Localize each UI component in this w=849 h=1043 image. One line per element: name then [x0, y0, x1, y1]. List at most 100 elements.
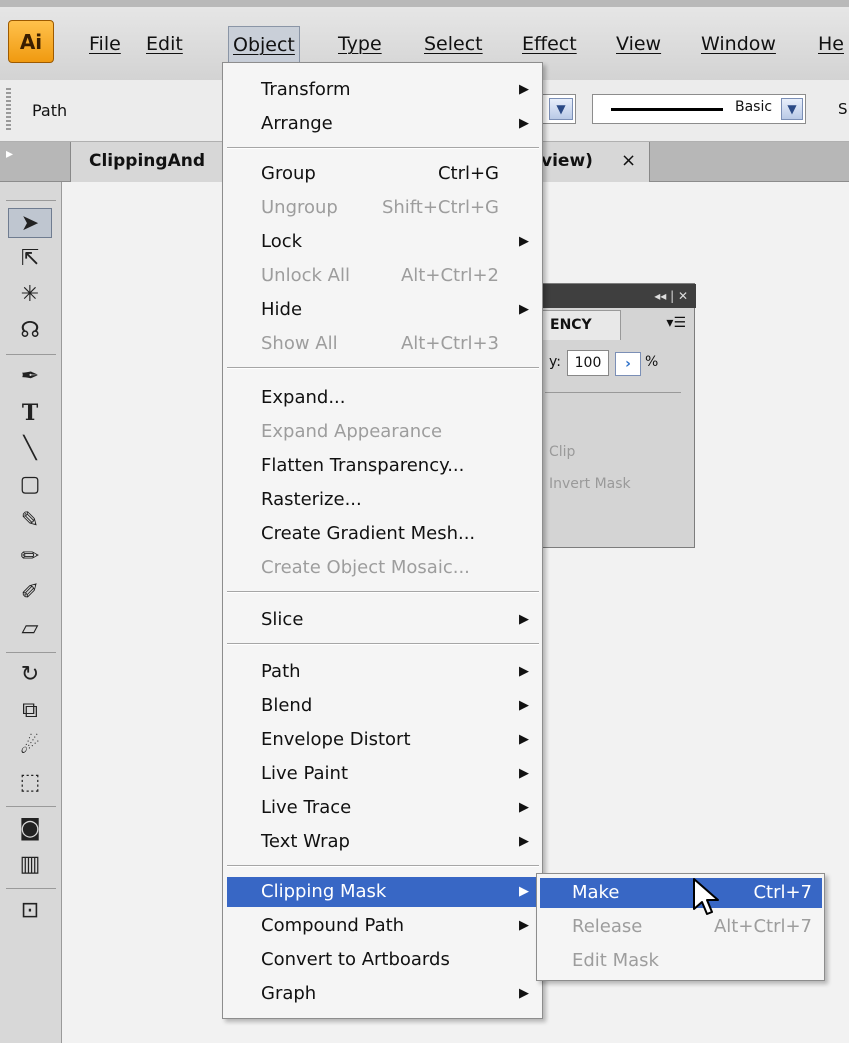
menu-item-hide[interactable]: Hide ▶ [227, 295, 539, 325]
menu-separator [227, 644, 539, 645]
menu-separator [227, 148, 539, 149]
chevron-down-icon[interactable]: ▼ [549, 98, 573, 120]
menu-edit[interactable]: Edit [146, 29, 183, 59]
menu-item-label: Release [572, 916, 643, 937]
menu-object[interactable]: Object [228, 26, 300, 64]
menu-item-label: Blend [261, 695, 313, 716]
line-tool-icon[interactable]: ╲ [8, 434, 52, 464]
menu-item-label: Expand Appearance [261, 421, 443, 442]
toolbox-divider [6, 354, 56, 355]
menu-item-lock[interactable]: Lock ▶ [227, 227, 539, 257]
invert-mask-checkbox[interactable]: Invert Mask [549, 476, 631, 492]
menu-item-shortcut: Ctrl+G [437, 163, 499, 184]
clip-checkbox[interactable]: Clip [549, 444, 575, 460]
transparency-tab[interactable]: ENCY [531, 310, 621, 340]
menu-item-shortcut: Alt+Ctrl+2 [400, 265, 499, 286]
menu-item-transform[interactable]: Transform ▶ [227, 75, 539, 105]
brush-definition-dropdown[interactable]: Basic ▼ [592, 94, 806, 124]
menu-item-release[interactable]: Release Alt+Ctrl+7 [540, 912, 822, 942]
menu-item-slice[interactable]: Slice ▶ [227, 605, 539, 635]
menu-item-label: Group [261, 163, 316, 184]
eraser-tool-icon[interactable]: ▱ [8, 614, 52, 644]
pencil-tool-icon[interactable]: ✏ [8, 542, 52, 572]
submenu-arrow-icon: ▶ [519, 918, 529, 933]
menu-item-rasterize[interactable]: Rasterize... [227, 485, 539, 515]
control-bar-grip[interactable] [6, 88, 11, 132]
panel-divider [545, 392, 681, 393]
menu-item-arrange[interactable]: Arrange ▶ [227, 109, 539, 139]
opacity-input[interactable]: 100 [567, 350, 609, 376]
menu-item-graph[interactable]: Graph ▶ [227, 979, 539, 1009]
menu-item-path[interactable]: Path ▶ [227, 657, 539, 687]
menu-view[interactable]: View [616, 29, 661, 59]
menu-item-blend[interactable]: Blend ▶ [227, 691, 539, 721]
artboard-tool-icon[interactable]: ⊡ [8, 896, 52, 926]
menu-item-label: Clipping Mask [261, 881, 387, 902]
blob-brush-tool-icon[interactable]: ✐ [8, 578, 52, 608]
pen-tool-icon[interactable]: ✒ [8, 362, 52, 392]
menu-window[interactable]: Window [701, 29, 776, 59]
menu-item-label: Rasterize... [261, 489, 362, 510]
rectangle-tool-icon[interactable]: ▢ [8, 470, 52, 500]
symbol-sprayer-tool-icon[interactable]: ◙ [8, 814, 52, 844]
menu-item-create-gradient-mesh[interactable]: Create Gradient Mesh... [227, 519, 539, 549]
menu-item-show-all[interactable]: Show All Alt+Ctrl+3 [227, 329, 539, 359]
menu-item-ungroup[interactable]: Ungroup Shift+Ctrl+G [227, 193, 539, 223]
graph-tool-icon[interactable]: ▥ [8, 850, 52, 880]
opacity-slider-button[interactable]: › [615, 352, 641, 376]
menu-item-label: Path [261, 661, 301, 682]
menu-item-label: Ungroup [261, 197, 338, 218]
close-tab-icon[interactable]: × [621, 150, 636, 171]
menu-help[interactable]: He [818, 29, 844, 59]
panel-header[interactable]: ◂◂ | ✕ [531, 284, 696, 308]
menu-item-make[interactable]: Make Ctrl+7 [540, 878, 822, 908]
menu-item-shortcut: Alt+Ctrl+7 [713, 916, 812, 937]
menu-item-envelope-distort[interactable]: Envelope Distort ▶ [227, 725, 539, 755]
app-logo: Ai [8, 20, 54, 63]
menu-item-unlock-all[interactable]: Unlock All Alt+Ctrl+2 [227, 261, 539, 291]
menu-item-text-wrap[interactable]: Text Wrap ▶ [227, 827, 539, 857]
menu-item-create-object-mosaic[interactable]: Create Object Mosaic... [227, 553, 539, 583]
menu-item-shortcut: Ctrl+7 [753, 882, 812, 903]
menu-item-label: Lock [261, 231, 303, 252]
transparency-panel: ◂◂ | ✕ ENCY ▾☰ y: 100 › % Clip Invert Ma… [530, 283, 696, 548]
submenu-arrow-icon: ▶ [519, 884, 529, 899]
rotate-tool-icon[interactable]: ↻ [8, 660, 52, 690]
menu-item-label: Transform [261, 79, 351, 100]
menu-type[interactable]: Type [338, 29, 382, 59]
collapse-arrow-icon[interactable]: ▸ [6, 146, 13, 162]
menu-item-clipping-mask[interactable]: Clipping Mask ▶ [227, 877, 539, 907]
stroke-preview [611, 108, 723, 111]
selection-type-label: Path [32, 101, 68, 120]
chevron-down-icon[interactable]: ▼ [781, 98, 803, 120]
direct-selection-tool-icon[interactable]: ⇱ [8, 244, 52, 274]
menu-item-compound-path[interactable]: Compound Path ▶ [227, 911, 539, 941]
menu-item-expand-appearance[interactable]: Expand Appearance [227, 417, 539, 447]
free-transform-tool-icon[interactable]: ⬚ [8, 768, 52, 798]
stroke-weight-dropdown[interactable]: ▼ [542, 94, 576, 124]
menu-item-group[interactable]: Group Ctrl+G [227, 159, 539, 189]
magic-wand-tool-icon[interactable]: ✳ [8, 280, 52, 310]
toolbox-divider [6, 652, 56, 653]
menu-item-live-trace[interactable]: Live Trace ▶ [227, 793, 539, 823]
menu-item-expand[interactable]: Expand... [227, 383, 539, 413]
submenu-arrow-icon: ▶ [519, 234, 529, 249]
menu-effect[interactable]: Effect [522, 29, 577, 59]
warp-tool-icon[interactable]: ☄ [8, 732, 52, 762]
lasso-tool-icon[interactable]: ☊ [8, 316, 52, 346]
menu-file[interactable]: File [89, 29, 121, 59]
type-tool-icon[interactable]: T [8, 398, 52, 428]
menu-item-label: Envelope Distort [261, 729, 411, 750]
menu-item-convert-to-artboards[interactable]: Convert to Artboards [227, 945, 539, 975]
document-title-tail: view) [541, 151, 593, 171]
menu-item-label: Expand... [261, 387, 346, 408]
panel-menu-icon[interactable]: ▾☰ [666, 315, 686, 331]
paintbrush-tool-icon[interactable]: ✎ [8, 506, 52, 536]
menu-item-edit-mask[interactable]: Edit Mask [540, 946, 822, 976]
menu-item-flatten-transparency[interactable]: Flatten Transparency... [227, 451, 539, 481]
menu-select[interactable]: Select [424, 29, 483, 59]
menu-item-shortcut: Alt+Ctrl+3 [400, 333, 499, 354]
menu-item-live-paint[interactable]: Live Paint ▶ [227, 759, 539, 789]
scale-tool-icon[interactable]: ⧉ [8, 696, 52, 726]
selection-tool-icon[interactable]: ➤ [8, 208, 52, 238]
